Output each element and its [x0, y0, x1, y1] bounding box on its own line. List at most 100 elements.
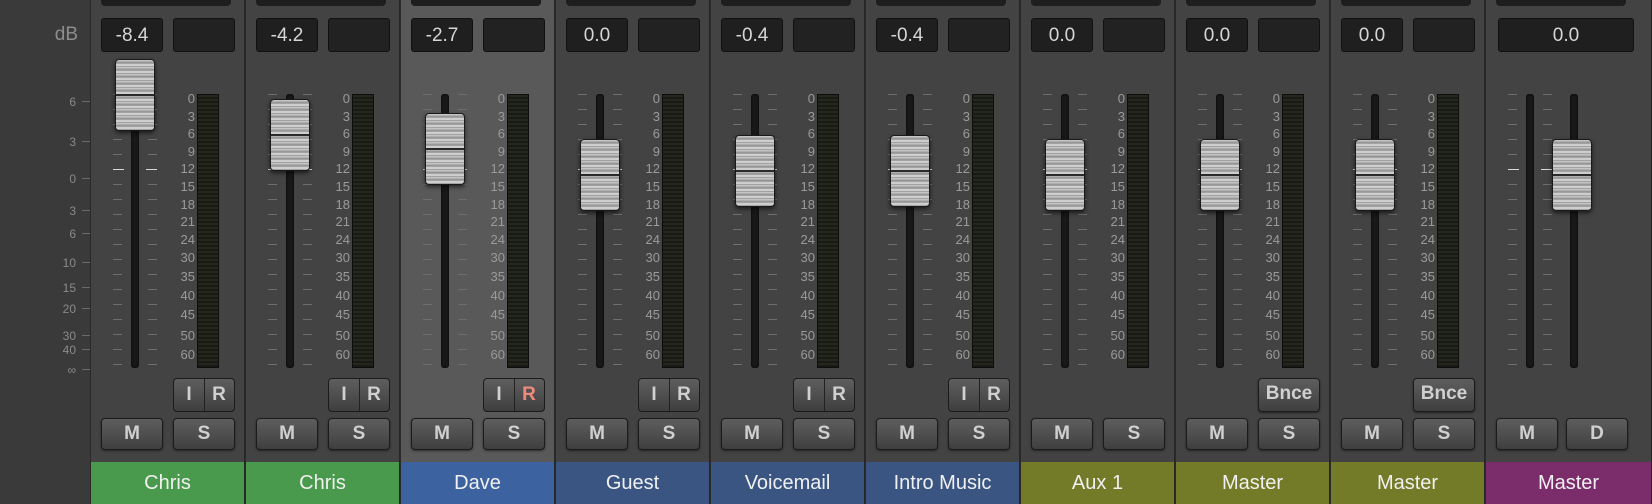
mute-button[interactable]: M: [1186, 418, 1248, 450]
volume-fader[interactable]: [1200, 139, 1240, 211]
insert-slot[interactable]: [101, 0, 231, 6]
mute-button[interactable]: M: [101, 418, 163, 450]
meter-scale-label: 6: [187, 126, 195, 141]
input-monitor-button[interactable]: I: [794, 379, 825, 411]
bounce-button[interactable]: Bnce: [1258, 378, 1320, 412]
volume-fader[interactable]: [890, 135, 930, 207]
volume-readout[interactable]: 0.0: [1186, 18, 1248, 52]
volume-fader[interactable]: [115, 59, 155, 131]
meter-scale-label: 12: [335, 161, 350, 176]
mute-button[interactable]: M: [566, 418, 628, 450]
mute-button[interactable]: M: [876, 418, 938, 450]
insert-slot[interactable]: [256, 0, 386, 6]
meter-scale-label: 9: [1117, 144, 1125, 159]
solo-button[interactable]: S: [1413, 418, 1475, 450]
fader-tick: [268, 304, 312, 305]
solo-button[interactable]: S: [638, 418, 700, 450]
insert-slot[interactable]: [1186, 0, 1316, 6]
meter-scale-label: 60: [645, 347, 660, 362]
meter-scale-label: 24: [1265, 232, 1280, 247]
track-name[interactable]: Dave: [401, 462, 554, 504]
fader-tick: [578, 319, 622, 320]
track-name[interactable]: Chris: [91, 462, 244, 504]
solo-button[interactable]: S: [1103, 418, 1165, 450]
record-enable-button[interactable]: R: [979, 379, 1009, 411]
volume-fader[interactable]: [735, 135, 775, 207]
volume-readout[interactable]: 0.0: [1498, 18, 1634, 52]
record-enable-button[interactable]: R: [204, 379, 234, 411]
peak-readout: [638, 18, 700, 52]
record-enable-button[interactable]: R: [669, 379, 699, 411]
track-name[interactable]: Intro Music: [866, 462, 1019, 504]
track-name[interactable]: Master: [1486, 462, 1651, 504]
fader-tick: [113, 319, 157, 320]
volume-fader[interactable]: [580, 139, 620, 211]
fader-tick: [578, 259, 622, 260]
solo-button[interactable]: S: [948, 418, 1010, 450]
volume-fader[interactable]: [1045, 139, 1085, 211]
fader-tick: [1198, 364, 1242, 365]
insert-slot[interactable]: [566, 0, 696, 6]
insert-slot[interactable]: [1341, 0, 1471, 6]
track-name[interactable]: Master: [1331, 462, 1484, 504]
fader-track[interactable]: [1570, 94, 1578, 368]
bounce-button[interactable]: Bnce: [1413, 378, 1475, 412]
volume-readout[interactable]: -0.4: [721, 18, 783, 52]
track-name[interactable]: Aux 1: [1021, 462, 1174, 504]
fader-tick: [733, 289, 777, 290]
fader-tick: [423, 274, 467, 275]
fader-tick: [1043, 109, 1087, 110]
meter-scale-label: 3: [497, 109, 505, 124]
solo-button[interactable]: S: [483, 418, 545, 450]
mute-button[interactable]: M: [721, 418, 783, 450]
volume-fader[interactable]: [1552, 139, 1592, 211]
volume-readout[interactable]: 0.0: [1341, 18, 1403, 52]
track-name[interactable]: Master: [1176, 462, 1329, 504]
meter-scale-label: 0: [342, 91, 350, 106]
volume-readout[interactable]: -0.4: [876, 18, 938, 52]
dim-button[interactable]: D: [1566, 418, 1628, 450]
solo-button[interactable]: S: [793, 418, 855, 450]
fader-tick: [888, 259, 932, 260]
insert-slot[interactable]: [1031, 0, 1161, 6]
meter-scale-label: 50: [335, 328, 350, 343]
input-monitor-button[interactable]: I: [484, 379, 515, 411]
input-monitor-button[interactable]: I: [329, 379, 360, 411]
fader-tick: [578, 124, 622, 125]
mute-button[interactable]: M: [1341, 418, 1403, 450]
insert-slot[interactable]: [721, 0, 851, 6]
volume-fader[interactable]: [1355, 139, 1395, 211]
solo-button[interactable]: S: [328, 418, 390, 450]
input-monitor-button[interactable]: I: [949, 379, 980, 411]
fader-tick: [423, 259, 467, 260]
solo-button[interactable]: S: [173, 418, 235, 450]
input-monitor-button[interactable]: I: [639, 379, 670, 411]
meter-scale-label: 6: [497, 126, 505, 141]
track-name[interactable]: Chris: [246, 462, 399, 504]
volume-readout[interactable]: 0.0: [1031, 18, 1093, 52]
record-enable-button[interactable]: R: [824, 379, 854, 411]
track-name[interactable]: Voicemail: [711, 462, 864, 504]
track-name[interactable]: Guest: [556, 462, 709, 504]
record-enable-button[interactable]: R: [514, 379, 544, 411]
solo-button[interactable]: S: [1258, 418, 1320, 450]
input-monitor-button[interactable]: I: [174, 379, 205, 411]
fader-tick: [578, 274, 622, 275]
insert-slot[interactable]: [876, 0, 1006, 6]
volume-fader[interactable]: [425, 113, 465, 185]
volume-readout[interactable]: -8.4: [101, 18, 163, 52]
mute-button[interactable]: M: [411, 418, 473, 450]
insert-slot[interactable]: [411, 0, 541, 6]
fader-tick: [1353, 364, 1397, 365]
fader-tick: [1198, 214, 1242, 215]
meter-scale-label: 24: [1110, 232, 1125, 247]
insert-slot[interactable]: [1496, 0, 1626, 6]
record-enable-button[interactable]: R: [359, 379, 389, 411]
volume-fader[interactable]: [270, 99, 310, 171]
volume-readout[interactable]: -2.7: [411, 18, 473, 52]
mute-button[interactable]: M: [1031, 418, 1093, 450]
volume-readout[interactable]: -4.2: [256, 18, 318, 52]
mute-button[interactable]: M: [256, 418, 318, 450]
volume-readout[interactable]: 0.0: [566, 18, 628, 52]
mute-button[interactable]: M: [1496, 418, 1558, 450]
